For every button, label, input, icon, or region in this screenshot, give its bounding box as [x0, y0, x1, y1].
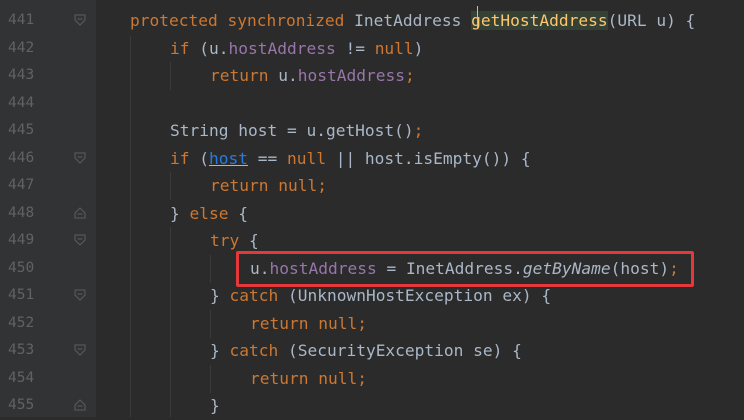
- line-number: 444: [8, 95, 35, 111]
- line-number: 443: [8, 67, 35, 83]
- code-line: 447 return null;: [0, 172, 744, 200]
- code-text: if (u.hostAddress != null): [170, 39, 424, 58]
- code-line: 442 if (u.hostAddress != null): [0, 35, 744, 63]
- code-text: } catch (UnknownHostException ex) {: [210, 286, 552, 305]
- fold-collapse-icon[interactable]: [74, 14, 86, 26]
- code-text: }: [210, 396, 220, 415]
- code-line: 448 } else {: [0, 200, 744, 228]
- line-number: 454: [8, 370, 35, 386]
- fold-collapse-icon[interactable]: [74, 152, 86, 164]
- fold-collapse-icon[interactable]: [74, 234, 86, 246]
- fold-expand-icon[interactable]: [74, 399, 86, 411]
- code-line: 454 return null;: [0, 365, 744, 393]
- line-number: 450: [8, 260, 35, 276]
- line-number: 447: [8, 177, 35, 193]
- line-number: 452: [8, 315, 35, 331]
- code-text: return null;: [210, 176, 327, 195]
- code-text: String host = u.getHost();: [170, 121, 424, 140]
- code-line: 455 }: [0, 392, 744, 420]
- code-line: 444: [0, 90, 744, 118]
- fold-collapse-icon[interactable]: [74, 289, 86, 301]
- code-text: return u.hostAddress;: [210, 66, 415, 85]
- code-text: return null;: [250, 369, 367, 388]
- code-text: protected synchronized InetAddress getHo…: [130, 11, 696, 30]
- code-line: 446 if (host == null || host.isEmpty()) …: [0, 145, 744, 173]
- code-line: 451 } catch (UnknownHostException ex) {: [0, 282, 744, 310]
- fold-collapse-icon[interactable]: [74, 344, 86, 356]
- line-number: 455: [8, 397, 35, 413]
- code-text: if (host == null || host.isEmpty()) {: [170, 149, 531, 168]
- code-line: 443 return u.hostAddress;: [0, 62, 744, 90]
- line-number: 453: [8, 342, 35, 358]
- code-line: 441 protected synchronized InetAddress g…: [0, 7, 744, 35]
- line-number: 451: [8, 287, 35, 303]
- line-number: 442: [8, 40, 35, 56]
- code-text: } catch (SecurityException se) {: [210, 341, 522, 360]
- line-number: 449: [8, 232, 35, 248]
- fold-expand-icon[interactable]: [74, 207, 86, 219]
- line-number: 445: [8, 122, 35, 138]
- code-text: } else {: [170, 204, 248, 223]
- line-number: 441: [8, 12, 35, 28]
- code-text: return null;: [250, 314, 367, 333]
- code-line: 453 } catch (SecurityException se) {: [0, 337, 744, 365]
- text-caret: [477, 6, 478, 28]
- line-number: 448: [8, 205, 35, 221]
- code-line: 445 String host = u.getHost();: [0, 117, 744, 145]
- line-number: 446: [8, 150, 35, 166]
- code-line: 452 return null;: [0, 310, 744, 338]
